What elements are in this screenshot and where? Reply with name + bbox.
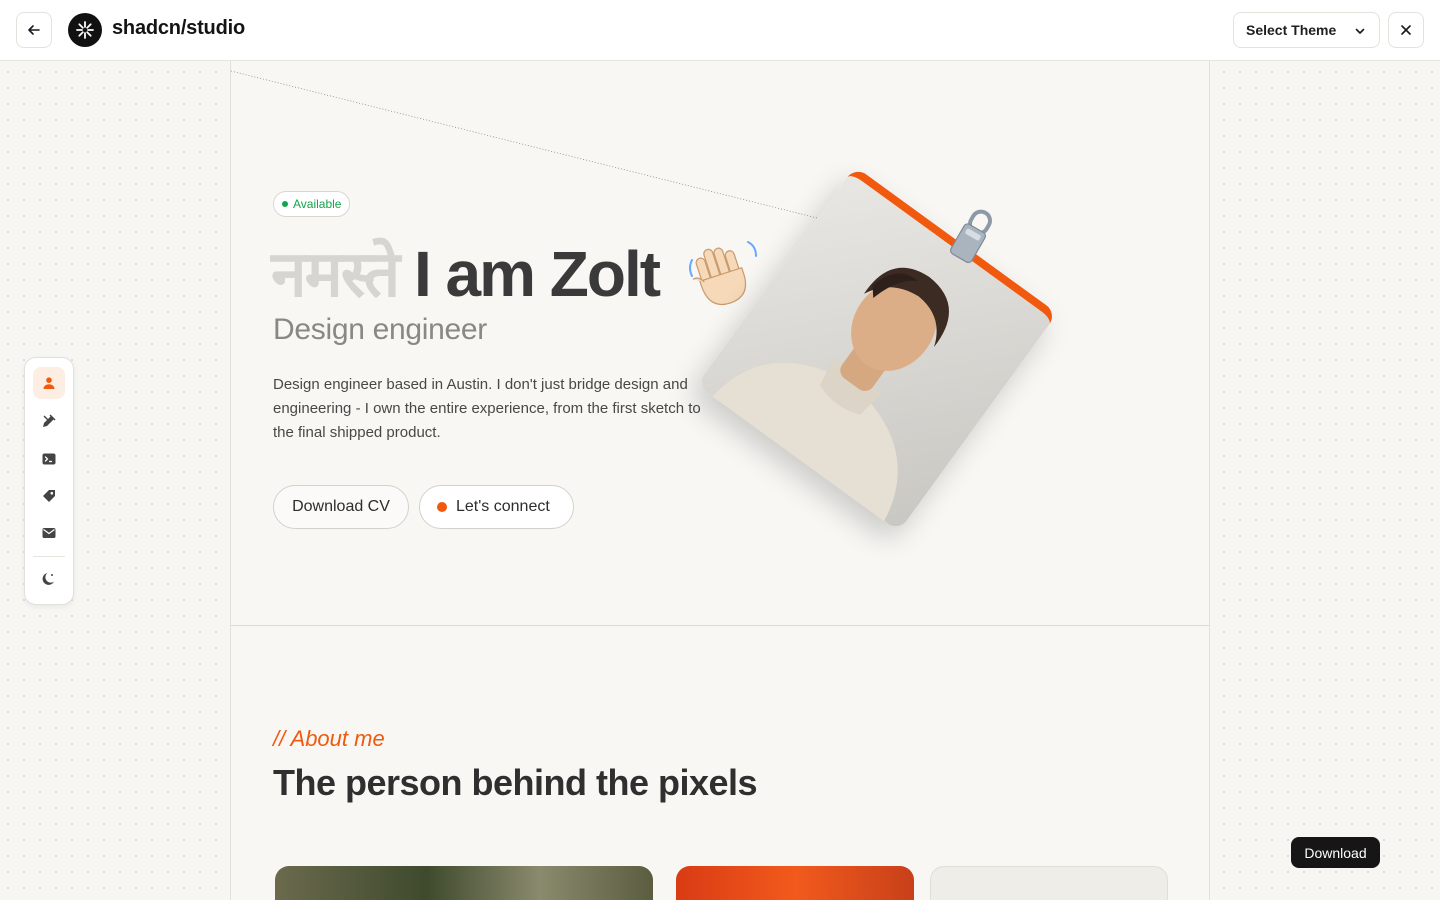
tag-icon	[43, 490, 55, 502]
arrow-left-icon	[28, 25, 40, 35]
greeting-text: नमस्ते	[271, 238, 400, 310]
moon-icon	[42, 573, 54, 585]
about-image-3	[930, 866, 1168, 900]
pencil-ruler-icon	[43, 414, 56, 427]
theme-select[interactable]: Select Theme	[1233, 12, 1380, 48]
user-icon	[43, 377, 55, 389]
section-divider	[231, 625, 1209, 626]
download-cv-label: Download CV	[292, 498, 390, 515]
theme-select-label: Select Theme	[1246, 22, 1337, 38]
top-bar: shadcn/studio Select Theme	[0, 0, 1440, 61]
chevron-down-icon	[1355, 28, 1365, 34]
about-title: The person behind the pixels	[273, 762, 758, 803]
hero-headline: नमस्ते I am Zolt	[271, 232, 661, 316]
close-icon	[1401, 25, 1411, 35]
connect-button[interactable]: Let's connect	[419, 485, 574, 529]
status-badge: Available	[273, 191, 351, 217]
about-image-2	[676, 866, 914, 900]
asterisk-logo-icon	[76, 21, 94, 39]
connect-dot	[437, 502, 447, 512]
dock-skills-button[interactable]	[33, 405, 65, 437]
hero-name: I am Zolt	[413, 238, 661, 310]
brand-name[interactable]: shadcn/studio	[112, 17, 245, 40]
about-kicker: // About me	[273, 726, 385, 751]
waving-hand-icon	[689, 241, 757, 306]
terminal-icon	[42, 453, 56, 465]
binder-clip-icon	[949, 209, 992, 264]
download-cv-button[interactable]: Download CV	[273, 485, 409, 529]
close-button[interactable]	[1388, 12, 1424, 48]
brand-logo[interactable]	[68, 13, 102, 47]
hero-description: Design engineer based in Austin. I don't…	[273, 376, 701, 441]
connect-label: Let's connect	[456, 498, 550, 515]
dock-about-button[interactable]	[33, 367, 65, 399]
hero-role: Design engineer	[273, 313, 487, 346]
status-dot	[282, 201, 288, 207]
dock-projects-button[interactable]	[33, 443, 65, 475]
dock-services-button[interactable]	[33, 480, 65, 512]
side-dock	[24, 357, 74, 605]
dock-theme-toggle[interactable]	[33, 563, 65, 595]
dock-contact-button[interactable]	[33, 517, 65, 549]
download-tooltip: Download	[1291, 837, 1380, 868]
dock-separator	[33, 556, 65, 557]
status-badge-label: Available	[293, 197, 342, 211]
back-button[interactable]	[16, 12, 52, 48]
about-image-1	[275, 866, 653, 900]
mail-icon	[42, 528, 56, 538]
